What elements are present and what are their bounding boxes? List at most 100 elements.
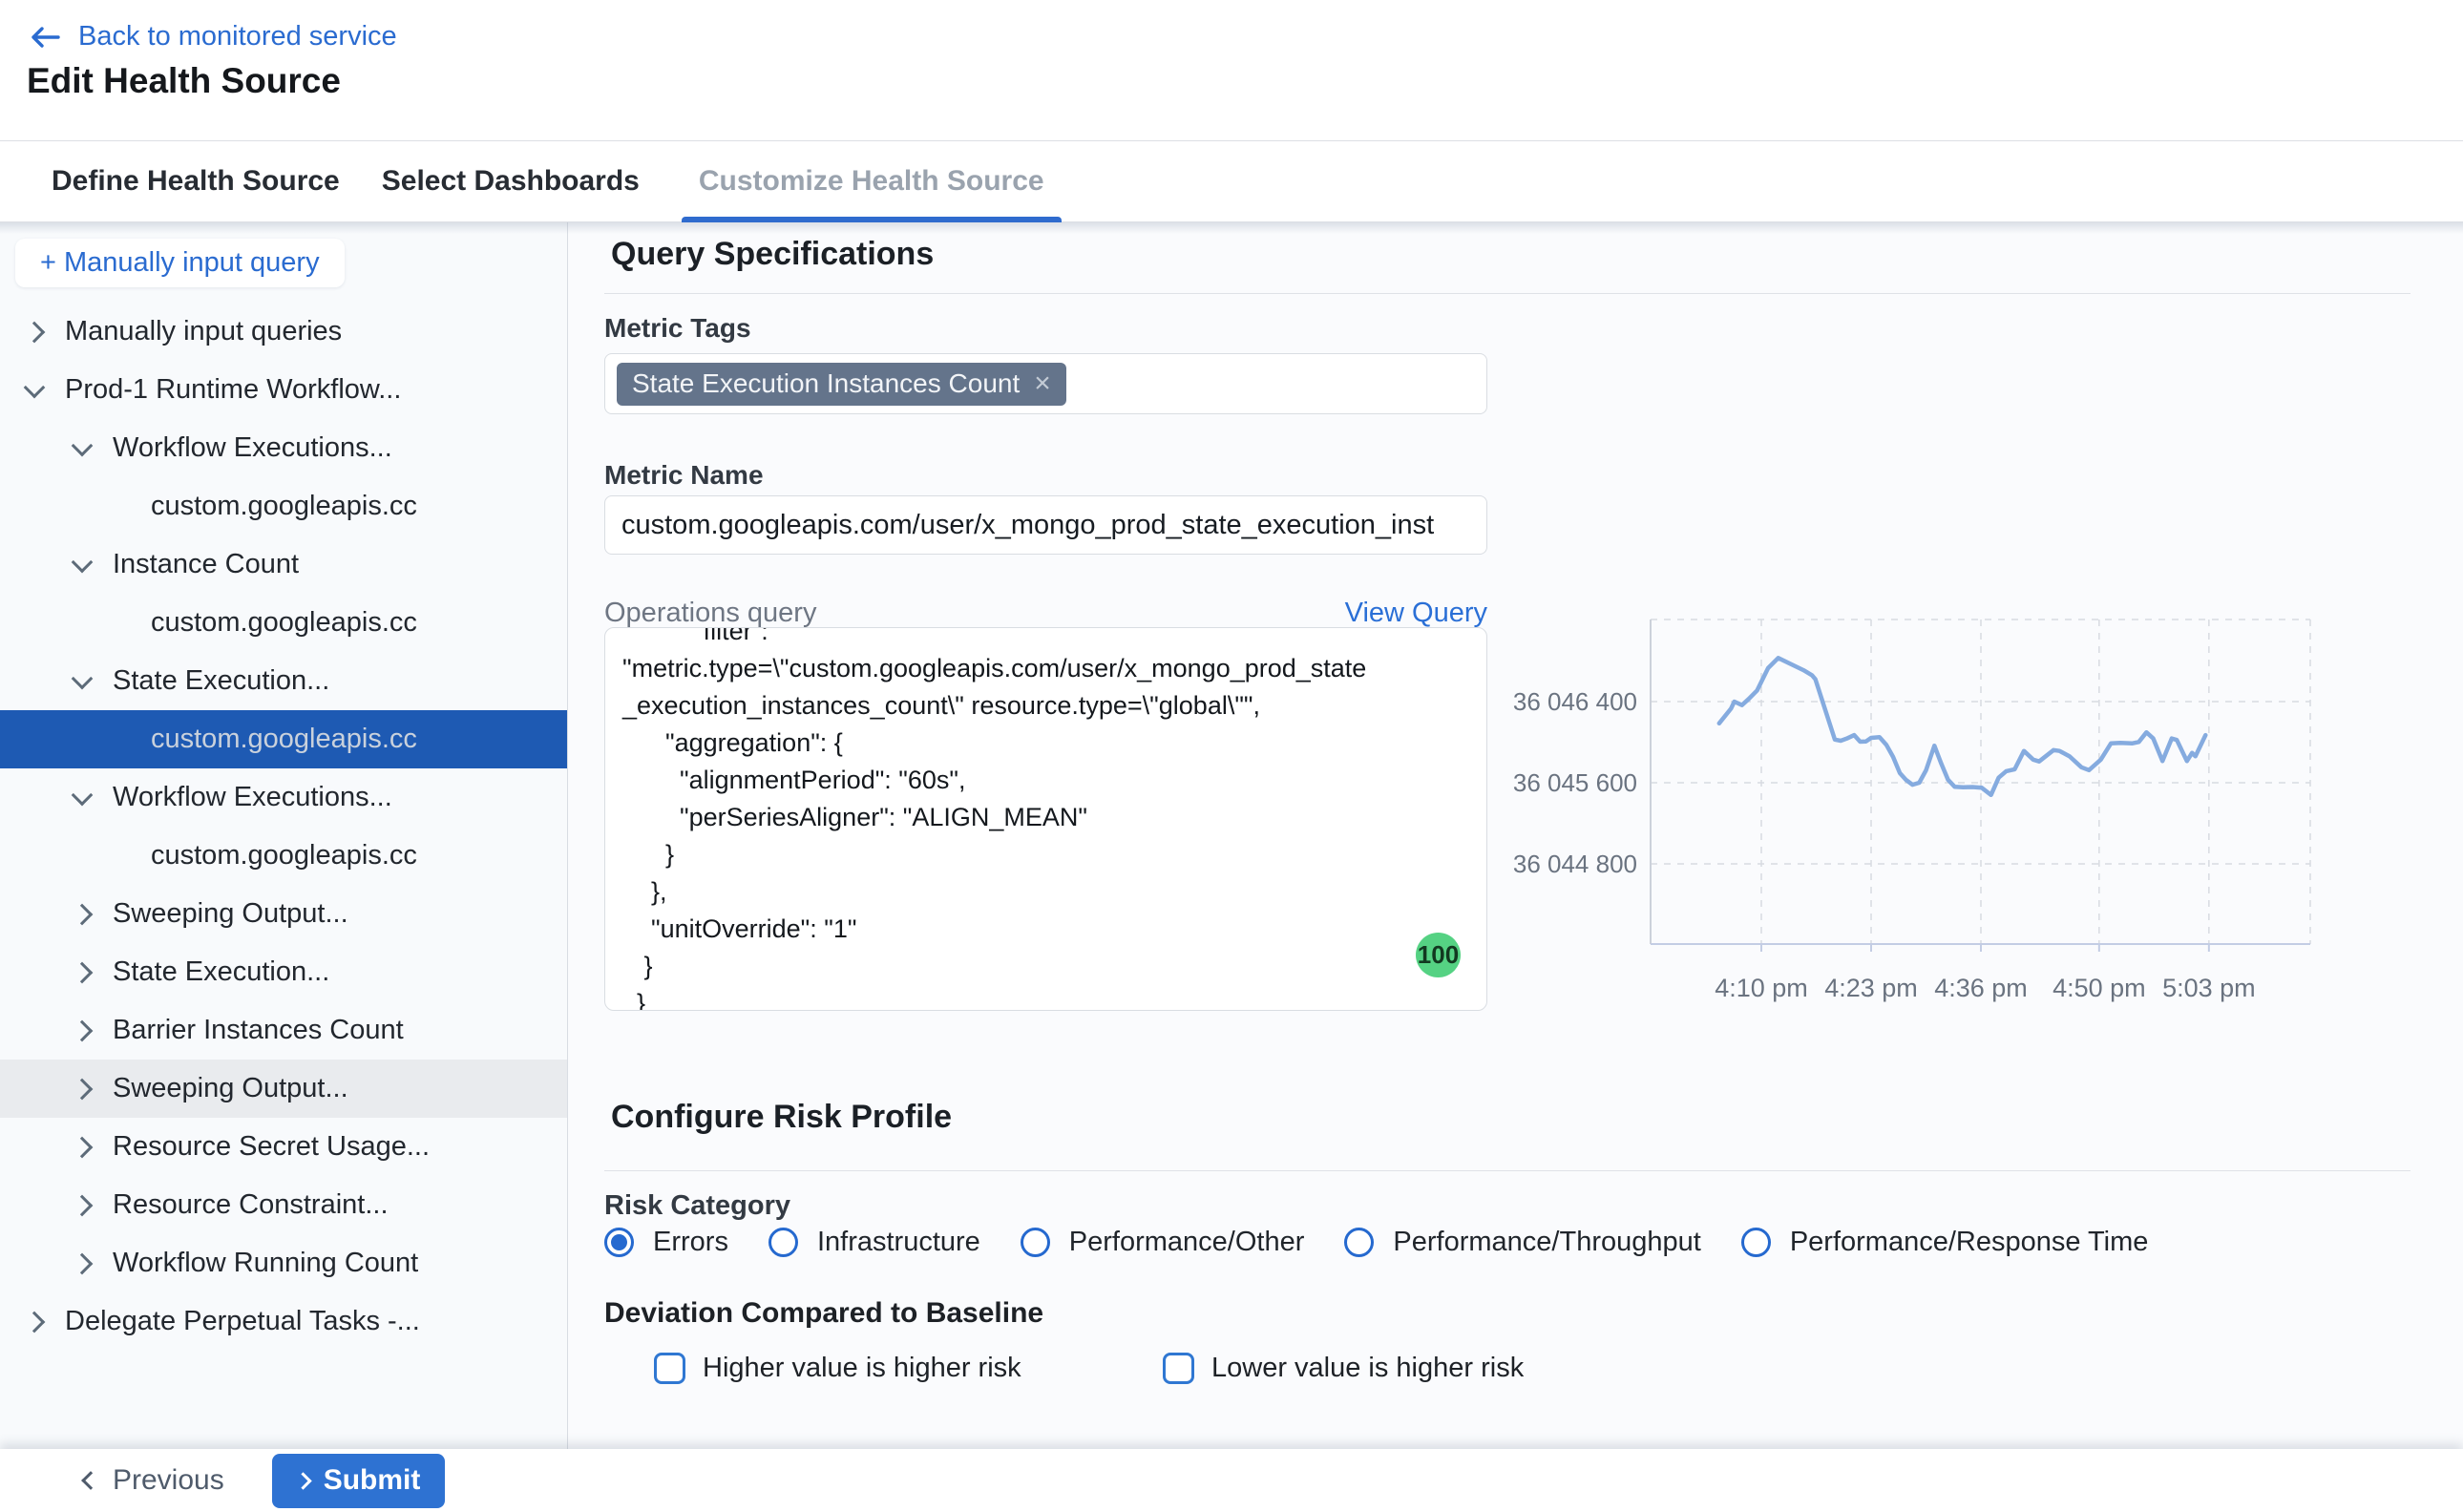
tree-item-label: custom.googleapis.cc — [151, 491, 417, 522]
chevron-right-icon — [72, 1136, 94, 1158]
tab-define-health-source[interactable]: Define Health Source — [52, 141, 340, 221]
manually-input-query-button[interactable]: + Manually input query — [15, 239, 345, 287]
y-tick-label: 36 046 400 — [1513, 687, 1637, 716]
tree-item-resource-constraint[interactable]: Resource Constraint... — [0, 1176, 567, 1234]
tree-item-instance-count[interactable]: Instance Count — [0, 536, 567, 594]
deviation-checkbox-higher-value-is-higher-risk[interactable]: Higher value is higher risk — [654, 1353, 1021, 1384]
chevron-left-icon — [81, 1471, 100, 1490]
risk-category-label: Risk Category — [604, 1190, 790, 1222]
tree-item-sweeping-output[interactable]: Sweeping Output... — [0, 1060, 567, 1118]
record-count-badge: 100 — [1416, 933, 1461, 977]
tree-item-state-execution[interactable]: State Execution... — [0, 652, 567, 710]
page-title: Edit Health Source — [27, 61, 341, 101]
tree-item-sweeping-output[interactable]: Sweeping Output... — [0, 885, 567, 943]
risk-radio-label: Performance/Throughput — [1393, 1227, 1700, 1258]
chip-remove-icon[interactable]: × — [1034, 369, 1051, 398]
checkbox-icon[interactable] — [1163, 1353, 1194, 1384]
tree-item-barrier-instances-count[interactable]: Barrier Instances Count — [0, 1001, 567, 1060]
risk-radio-performance-response-time[interactable]: Performance/Response Time — [1741, 1227, 2149, 1258]
view-query-link[interactable]: View Query — [1345, 598, 1487, 629]
metric-tag-chip[interactable]: State Execution Instances Count × — [617, 363, 1066, 406]
radio-icon[interactable] — [1021, 1228, 1050, 1257]
tree-item-workflow-running-count[interactable]: Workflow Running Count — [0, 1234, 567, 1292]
deviation-checkbox-lower-value-is-higher-risk[interactable]: Lower value is higher risk — [1163, 1353, 1524, 1384]
checkbox-label: Higher value is higher risk — [703, 1353, 1021, 1384]
metric-preview-chart: 36 046 40036 045 60036 044 8004:10 pm4:2… — [1508, 592, 2358, 1012]
tree-item-custom-googleapis-cc[interactable]: custom.googleapis.cc — [0, 710, 567, 768]
metric-line-series — [1719, 658, 2206, 795]
y-tick-label: 36 044 800 — [1513, 850, 1637, 878]
chevron-right-icon — [24, 321, 46, 343]
tree-item-prod-1-runtime-workflow[interactable]: Prod-1 Runtime Workflow... — [0, 361, 567, 419]
tab-customize-health-source[interactable]: Customize Health Source — [682, 141, 1062, 221]
risk-radio-errors[interactable]: Errors — [604, 1227, 728, 1258]
risk-radio-label: Infrastructure — [817, 1227, 980, 1258]
previous-button-label: Previous — [113, 1464, 224, 1497]
tree-item-label: Workflow Running Count — [113, 1248, 418, 1279]
section-divider — [604, 293, 2410, 294]
risk-radio-performance-throughput[interactable]: Performance/Throughput — [1344, 1227, 1700, 1258]
x-tick-label: 4:36 pm — [1934, 974, 2028, 1002]
back-arrow-icon — [29, 25, 61, 50]
tree-item-label: Resource Constraint... — [113, 1189, 389, 1221]
query-sidebar: + Manually input query Manually input qu… — [0, 222, 568, 1449]
tree-item-custom-googleapis-cc[interactable]: custom.googleapis.cc — [0, 477, 567, 536]
x-tick-label: 5:03 pm — [2162, 974, 2256, 1002]
tree-item-state-execution[interactable]: State Execution... — [0, 943, 567, 1001]
tree-item-custom-googleapis-cc[interactable]: custom.googleapis.cc — [0, 827, 567, 885]
tree-item-label: Workflow Executions... — [113, 782, 392, 813]
radio-icon[interactable] — [1741, 1228, 1771, 1257]
tree-item-label: Instance Count — [113, 549, 299, 580]
risk-category-radio-group: Errors Infrastructure Performance/Other Per… — [604, 1227, 2148, 1258]
chevron-right-icon — [72, 1252, 94, 1274]
tree-item-workflow-executions[interactable]: Workflow Executions... — [0, 768, 567, 827]
x-tick-label: 4:50 pm — [2052, 974, 2146, 1002]
operations-query-json: "filter": "metric.type=\"custom.googleap… — [605, 627, 1486, 1011]
tab-select-dashboards[interactable]: Select Dashboards — [382, 141, 640, 221]
chevron-down-icon — [72, 551, 94, 573]
operations-query-row: Operations query View Query — [604, 598, 1487, 629]
back-to-monitored-service-link[interactable]: Back to monitored service — [29, 21, 397, 52]
risk-radio-label: Errors — [653, 1227, 728, 1258]
query-tree: Manually input queries Prod-1 Runtime Wor… — [0, 303, 567, 1351]
checkbox-icon[interactable] — [654, 1353, 685, 1384]
chevron-right-icon — [72, 903, 94, 925]
edit-health-source-page: Back to monitored service Edit Health So… — [0, 0, 2463, 1512]
tab-label: Select Dashboards — [382, 165, 640, 198]
chevron-right-icon — [72, 1194, 94, 1216]
chevron-right-icon — [72, 1019, 94, 1041]
configure-risk-profile-title: Configure Risk Profile — [611, 1099, 952, 1136]
risk-radio-infrastructure[interactable]: Infrastructure — [768, 1227, 980, 1258]
tree-item-manually-input-queries[interactable]: Manually input queries — [0, 303, 567, 361]
chevron-down-icon — [72, 434, 94, 456]
metric-name-input[interactable]: custom.googleapis.com/user/x_mongo_prod_… — [604, 495, 1487, 555]
tab-label: Define Health Source — [52, 165, 340, 198]
tree-item-label: State Execution... — [113, 956, 329, 988]
tree-item-label: Workflow Executions... — [113, 432, 392, 464]
radio-selected-icon[interactable] — [604, 1228, 634, 1257]
tree-item-resource-secret-usage[interactable]: Resource Secret Usage... — [0, 1118, 567, 1176]
content-region: + Manually input query Manually input qu… — [0, 222, 2463, 1449]
tree-item-label: Barrier Instances Count — [113, 1015, 404, 1046]
chevron-down-icon — [72, 784, 94, 806]
metric-tags-input[interactable]: State Execution Instances Count × — [604, 353, 1487, 414]
tree-item-label: State Execution... — [113, 665, 329, 697]
risk-radio-performance-other[interactable]: Performance/Other — [1021, 1227, 1305, 1258]
risk-radio-label: Performance/Response Time — [1790, 1227, 2149, 1258]
tree-item-delegate-perpetual-tasks[interactable]: Delegate Perpetual Tasks -... — [0, 1292, 567, 1351]
tree-item-label: custom.googleapis.cc — [151, 840, 417, 872]
x-tick-label: 4:10 pm — [1715, 974, 1808, 1002]
submit-button[interactable]: Submit — [272, 1454, 446, 1508]
operations-query-textarea[interactable]: "filter": "metric.type=\"custom.googleap… — [604, 627, 1487, 1011]
previous-button[interactable]: Previous — [84, 1464, 224, 1497]
radio-icon[interactable] — [1344, 1228, 1374, 1257]
radio-icon[interactable] — [768, 1228, 798, 1257]
tree-item-label: Prod-1 Runtime Workflow... — [65, 374, 401, 406]
tree-item-workflow-executions[interactable]: Workflow Executions... — [0, 419, 567, 477]
chevron-down-icon — [24, 376, 46, 398]
tree-item-label: Manually input queries — [65, 316, 342, 347]
tree-item-custom-googleapis-cc[interactable]: custom.googleapis.cc — [0, 594, 567, 652]
chevron-down-icon — [72, 667, 94, 689]
operations-query-label: Operations query — [604, 598, 816, 629]
wizard-footer: Previous Submit — [0, 1449, 2463, 1512]
